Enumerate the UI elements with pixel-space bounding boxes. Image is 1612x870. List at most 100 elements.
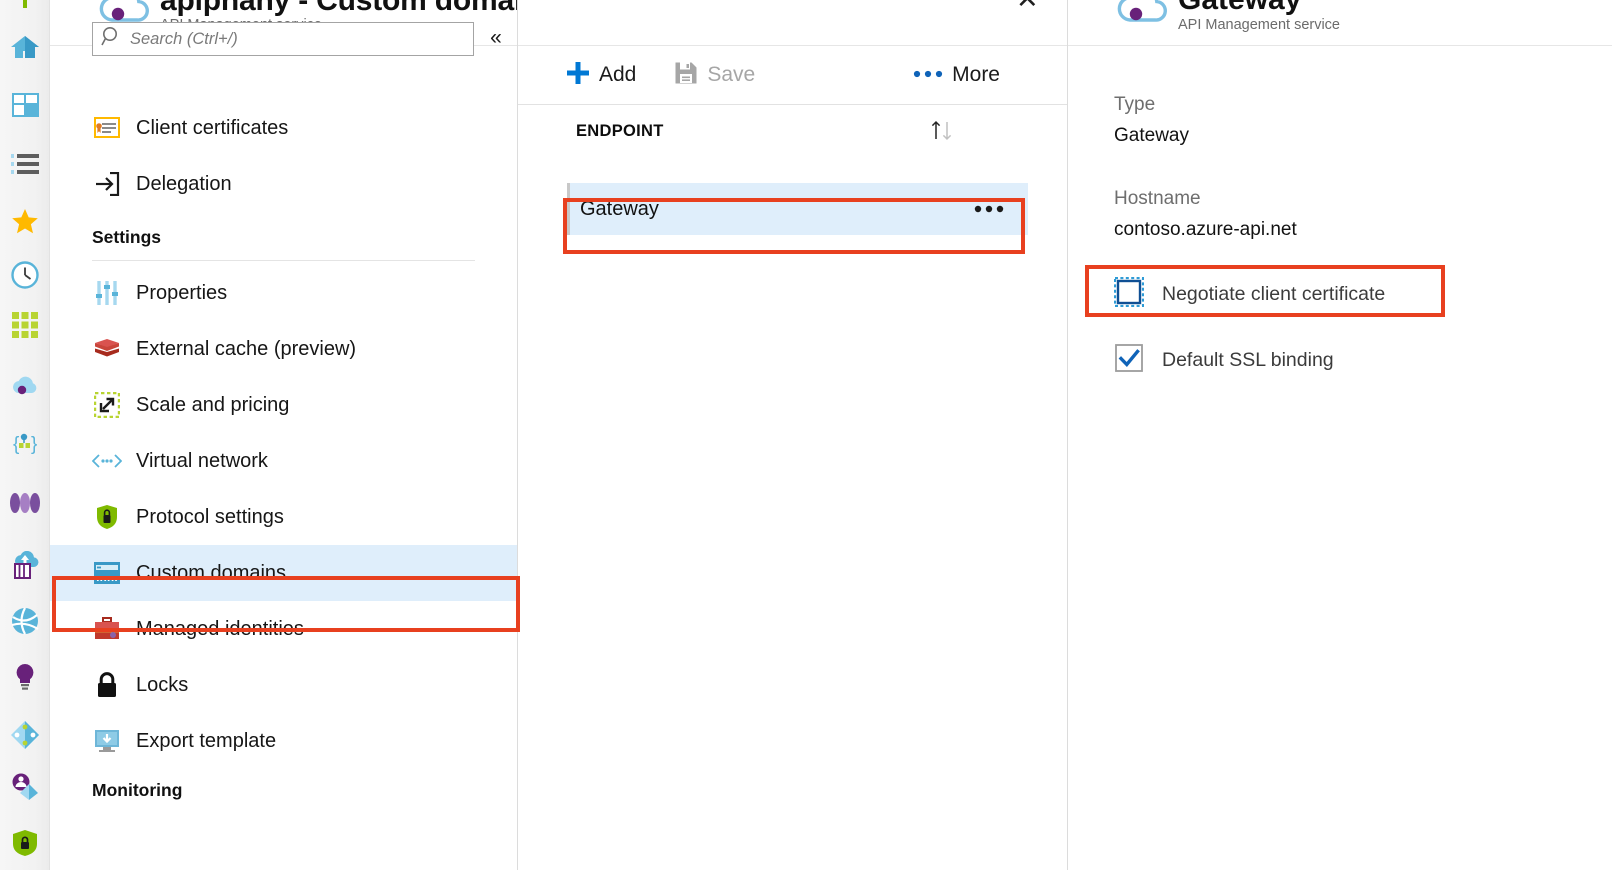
group-header-settings: Settings [50,212,517,252]
list-header: ENDPOINT [518,105,1068,157]
properties-icon [92,279,122,307]
endpoint-name: Gateway [580,198,659,221]
row-context-menu-icon[interactable] [974,200,1004,218]
sidebar-item-label: External cache (preview) [136,338,356,361]
sidebar-item-scale-and-pricing[interactable]: Scale and pricing [50,377,517,433]
collapse-menu-button[interactable]: « [482,22,510,52]
group-divider [92,260,475,261]
hostname-label: Hostname [1114,188,1297,210]
sidebar-item-locks[interactable]: Locks [50,657,517,713]
search-icon [101,26,122,52]
add-label: Add [599,63,636,87]
type-value: Gateway [1114,125,1189,147]
api-management-service-icon [1114,0,1170,35]
details-header: Gateway API Management service [1068,0,1612,46]
details-subtitle: API Management service [1178,17,1340,33]
azure-ad-users-icon[interactable] [0,762,50,812]
add-button[interactable]: Add [556,46,646,104]
plus-icon [566,61,590,90]
sidebar-item-custom-domains[interactable]: www Custom domains [50,545,517,601]
sidebar-item-label: Locks [136,674,188,697]
endpoint-list-blade: ✕ Add [517,0,1067,870]
checkbox-unchecked-icon [1114,277,1144,312]
table-row[interactable]: Gateway [567,183,1028,235]
sidebar-item-virtual-network[interactable]: Virtual network [50,433,517,489]
type-label: Type [1114,94,1189,116]
sidebar-item-protocol-settings[interactable]: Protocol settings [50,489,517,545]
sidebar-item-label: Custom domains [136,562,286,585]
advisor-icon[interactable] [0,652,50,702]
protocol-settings-icon [92,503,122,531]
external-cache-icon [92,335,122,363]
sidebar-item-properties[interactable]: Properties [50,265,517,321]
checkbox-label: Negotiate client certificate [1162,283,1385,306]
scale-and-pricing-icon [92,391,122,419]
save-button[interactable]: Save [664,46,765,104]
home-icon[interactable] [0,22,50,72]
custom-domains-icon: www [92,559,122,587]
more-label: More [952,63,1000,87]
azure-active-directory-icon[interactable] [0,710,50,760]
hostname-value: contoso.azure-api.net [1114,219,1297,241]
save-label: Save [707,63,755,87]
checkbox-label: Default SSL binding [1162,349,1334,372]
virtual-networks-icon[interactable] [0,596,50,646]
sidebar-item-external-cache[interactable]: External cache (preview) [50,321,517,377]
default-ssl-binding-checkbox[interactable]: Default SSL binding [1114,343,1334,378]
sidebar-item-label: Virtual network [136,450,268,473]
center-blade-header: ✕ [518,0,1068,46]
svg-text:}: } [31,434,37,455]
dashboard-icon[interactable] [0,80,50,130]
sidebar-item-delegation[interactable]: Delegation [50,156,517,212]
api-management-icon[interactable] [0,362,50,412]
more-button[interactable]: More [903,46,1010,104]
all-services-icon[interactable] [0,139,50,189]
checkbox-checked-icon [1114,343,1144,378]
hostname-field: Hostname contoso.azure-api.net [1114,188,1297,241]
search-container [92,22,474,56]
sidebar-item-label: Properties [136,282,227,305]
group-header-monitoring: Monitoring [50,769,517,805]
sidebar-item-export-template[interactable]: Export template [50,713,517,769]
column-header-endpoint: ENDPOINT [576,122,664,141]
sidebar-item-label: Managed identities [136,618,304,641]
details-title: Gateway [1178,0,1301,17]
client-certificates-icon [92,114,122,142]
sidebar-item-label: Client certificates [136,117,288,140]
sidebar-item-label: Export template [136,730,276,753]
export-template-icon [92,727,122,755]
sql-databases-icon[interactable] [0,478,50,528]
create-resource-icon[interactable] [0,0,50,22]
recent-icon[interactable] [0,250,50,300]
sidebar-item-label: Delegation [136,173,232,196]
locks-icon [92,671,122,699]
page-title: apiphany - Custom domains [160,0,517,18]
favorites-icon[interactable] [0,196,50,246]
gateway-details-blade: Gateway API Management service Type Gate… [1067,0,1612,870]
delegation-icon [92,170,122,198]
function-app-icon[interactable]: { } [0,418,50,468]
svg-text:www: www [95,573,119,584]
search-box[interactable] [92,22,474,56]
negotiate-client-certificate-checkbox[interactable]: Negotiate client certificate [1114,277,1385,312]
type-field: Type Gateway [1114,94,1189,147]
security-center-icon[interactable] [0,818,50,868]
save-icon [674,61,698,90]
sidebar-item-label: Scale and pricing [136,394,289,417]
sort-icon[interactable] [929,119,957,146]
app-services-icon[interactable] [0,300,50,350]
sidebar-item-managed-identities[interactable]: Managed identities [50,601,517,657]
settings-menu: Client certificates Delegation Settings [50,100,517,805]
custom-domains-blade: apiphany - Custom domains API Management… [50,0,517,870]
storage-accounts-icon[interactable] [0,540,50,590]
command-bar: Add Save [518,46,1068,105]
svg-text:{: { [13,434,20,455]
ellipsis-icon [913,66,943,84]
sidebar-item-label: Protocol settings [136,506,284,529]
sidebar-item-client-certificates[interactable]: Client certificates [50,100,517,156]
close-icon[interactable]: ✕ [1016,0,1039,13]
search-input[interactable] [130,30,460,49]
managed-identities-icon [92,615,122,643]
left-navigation-rail: { } [0,0,50,870]
virtual-network-icon [92,447,122,475]
